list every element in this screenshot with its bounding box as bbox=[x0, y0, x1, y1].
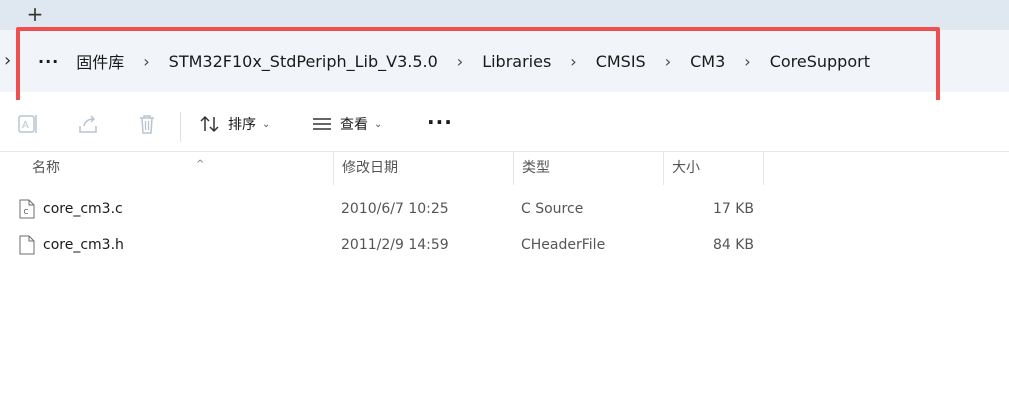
file-size: 17 KB bbox=[712, 201, 754, 217]
toolbar-divider bbox=[180, 112, 181, 142]
view-label: 查看 bbox=[340, 117, 368, 133]
rename-icon[interactable]: A bbox=[16, 112, 40, 136]
view-button[interactable]: 查看 ⌄ bbox=[312, 110, 382, 138]
chevron-down-icon: ⌄ bbox=[262, 118, 271, 130]
command-bar: A 排序 ⌄ 查看 ⌄ bbox=[0, 100, 1009, 148]
column-header-size-label: 大小 bbox=[672, 160, 700, 176]
svg-text:A: A bbox=[22, 120, 29, 131]
more-options-button[interactable]: ··· bbox=[427, 110, 453, 134]
column-header-name-label: 名称 bbox=[32, 160, 60, 176]
file-size: 84 KB bbox=[712, 237, 754, 253]
share-icon[interactable] bbox=[76, 112, 100, 136]
column-header-size[interactable]: 大小 bbox=[664, 152, 764, 185]
breadcrumb-item-cmsis[interactable]: CMSIS bbox=[587, 52, 655, 71]
breadcrumb-item-firmware[interactable]: 固件库 bbox=[67, 49, 133, 73]
c-source-file-icon: C bbox=[19, 199, 35, 219]
file-type: CHeaderFile bbox=[521, 237, 606, 253]
table-row[interactable]: core_cm3.h 2011/2/9 14:59 CHeaderFile 84… bbox=[0, 227, 1009, 263]
file-name: core_cm3.h bbox=[43, 237, 124, 253]
file-type: C Source bbox=[521, 201, 584, 217]
new-tab-button[interactable]: + bbox=[24, 2, 46, 26]
svg-text:C: C bbox=[24, 208, 29, 216]
file-name: core_cm3.c bbox=[43, 201, 123, 217]
address-bar: › ··· 固件库 › STM32F10x_StdPeriph_Lib_V3.5… bbox=[0, 30, 1009, 92]
chevron-right-icon[interactable]: › bbox=[655, 52, 681, 71]
chevron-right-icon[interactable]: › bbox=[447, 52, 473, 71]
breadcrumb-item-cm3[interactable]: CM3 bbox=[681, 52, 734, 71]
tab-strip: + bbox=[0, 0, 1009, 30]
column-header-type[interactable]: 类型 bbox=[514, 152, 664, 185]
chevron-right-icon[interactable]: › bbox=[133, 52, 159, 71]
file-modified: 2010/6/7 10:25 bbox=[341, 201, 449, 217]
breadcrumb-item-libraries[interactable]: Libraries bbox=[473, 52, 560, 71]
chevron-down-icon: ⌄ bbox=[374, 118, 383, 130]
file-modified: 2011/2/9 14:59 bbox=[341, 237, 449, 253]
chevron-right-icon[interactable]: › bbox=[4, 50, 11, 71]
column-header-row: 名称 ^ 修改日期 类型 大小 bbox=[0, 151, 1009, 185]
chevron-right-icon[interactable]: › bbox=[734, 52, 760, 71]
table-row[interactable]: C core_cm3.c 2010/6/7 10:25 C Source 17 … bbox=[0, 191, 1009, 227]
column-header-modified-label: 修改日期 bbox=[342, 160, 398, 176]
sort-button[interactable]: 排序 ⌄ bbox=[200, 110, 270, 138]
breadcrumb-item-stdperiph-lib[interactable]: STM32F10x_StdPeriph_Lib_V3.5.0 bbox=[160, 52, 447, 71]
chevron-right-icon[interactable]: › bbox=[560, 52, 586, 71]
sort-label: 排序 bbox=[228, 117, 256, 133]
breadcrumb-item-coresupport[interactable]: CoreSupport bbox=[761, 52, 879, 71]
header-file-icon bbox=[19, 235, 35, 255]
column-header-name[interactable]: 名称 ^ bbox=[24, 152, 334, 185]
delete-icon[interactable] bbox=[135, 112, 159, 136]
sort-ascending-icon: ^ bbox=[196, 159, 205, 170]
view-list-icon bbox=[313, 118, 331, 130]
column-header-modified[interactable]: 修改日期 bbox=[334, 152, 514, 185]
breadcrumb: ··· 固件库 › STM32F10x_StdPeriph_Lib_V3.5.0… bbox=[30, 30, 879, 92]
sort-icon bbox=[200, 115, 219, 133]
column-header-type-label: 类型 bbox=[522, 160, 550, 176]
breadcrumb-overflow-button[interactable]: ··· bbox=[30, 52, 67, 71]
